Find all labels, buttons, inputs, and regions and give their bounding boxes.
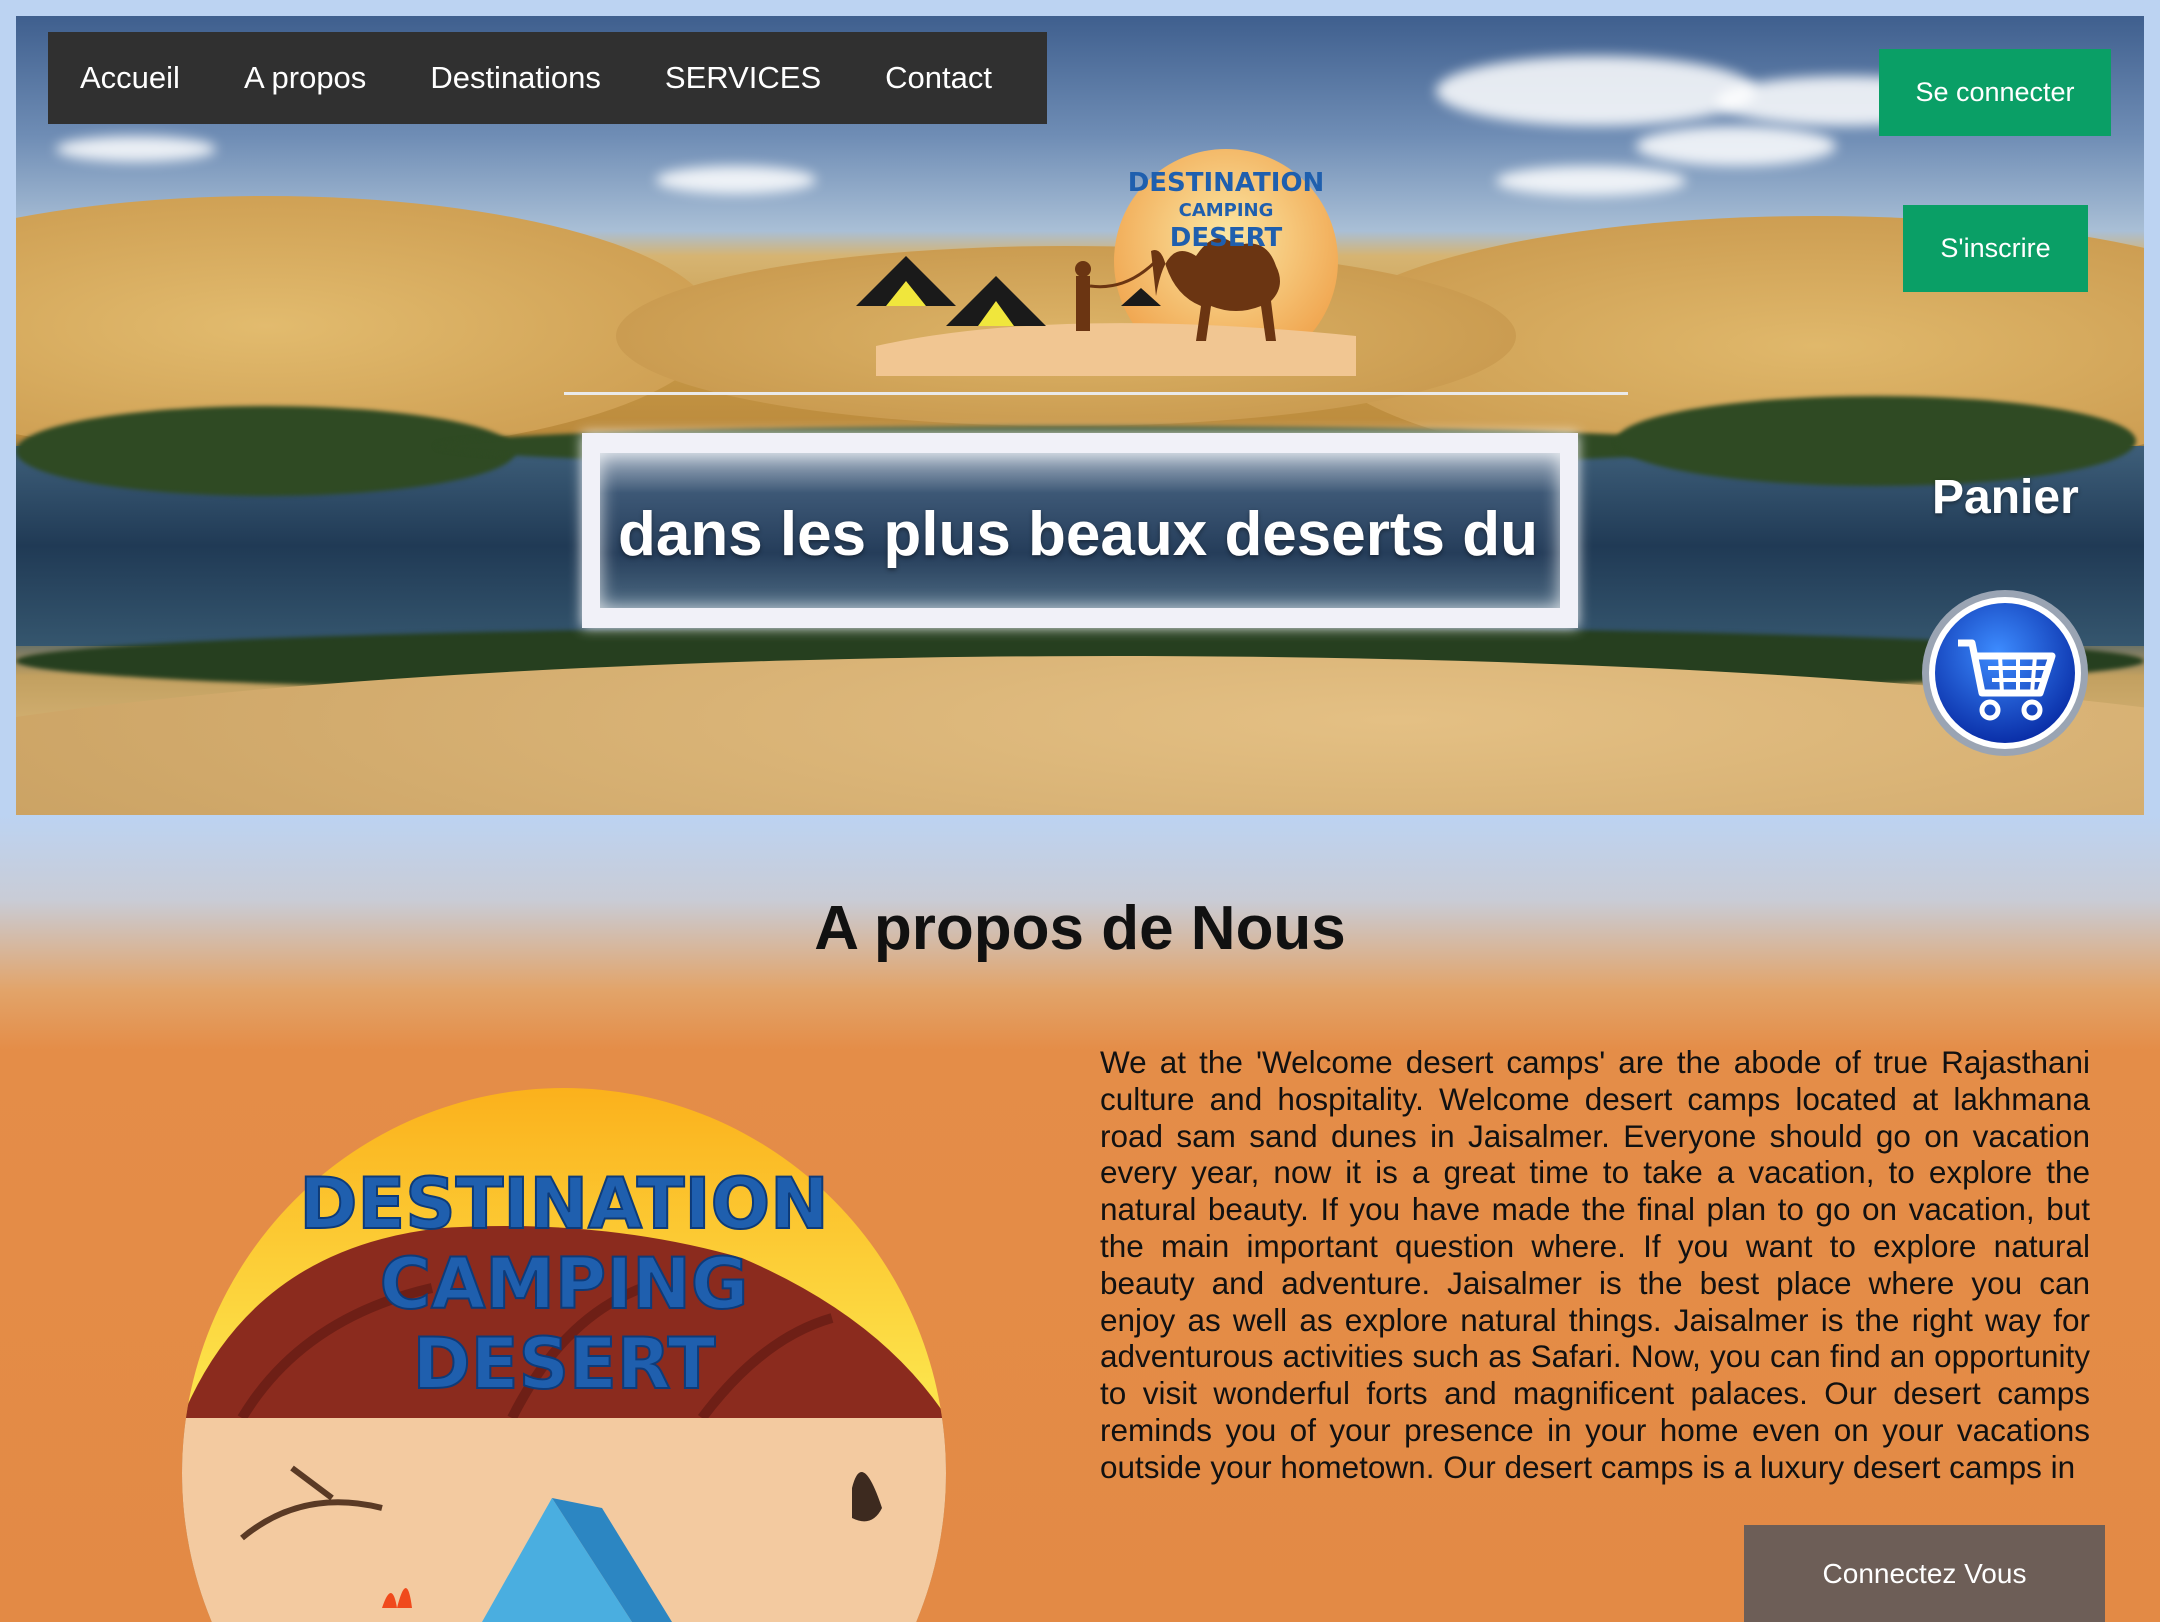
hero-divider [564, 392, 1628, 395]
marquee-text: dans les plus beaux deserts du [618, 500, 1538, 569]
nav-item-contact[interactable]: Contact [853, 32, 1024, 124]
hero-logo-line3: DESERT [1170, 223, 1283, 253]
hero-logo-line2: CAMPING [1179, 200, 1274, 221]
cloud [656, 166, 816, 194]
cloud [1496, 166, 1686, 196]
hero-logo-line1: DESTINATION [1128, 168, 1325, 198]
hero-banner: DESTINATION CAMPING DESERT [16, 16, 2144, 815]
about-logo-line1: DESTINATION [299, 1163, 828, 1245]
cloud [1436, 56, 1756, 126]
cloud [1636, 126, 1836, 166]
shopping-cart-icon[interactable] [1920, 588, 2090, 758]
destination-camping-desert-logo-large: DESTINATION CAMPING DESERT [182, 1088, 946, 1622]
cart-label: Panier [1932, 471, 2079, 524]
login-button[interactable]: Se connecter [1879, 49, 2111, 136]
signup-button[interactable]: S'inscrire [1903, 205, 2088, 292]
main-navigation: Accueil A propos Destinations SERVICES C… [48, 32, 1047, 124]
about-description: We at the 'Welcome desert camps' are the… [1100, 1044, 2090, 1485]
marquee-window: dans les plus beaux deserts du [600, 453, 1560, 608]
marquee-frame: dans les plus beaux deserts du [582, 433, 1578, 628]
nav-item-destinations[interactable]: Destinations [398, 32, 633, 124]
connect-button[interactable]: Connectez Vous [1744, 1525, 2105, 1622]
about-logo-line3: DESERT [413, 1323, 716, 1405]
destination-camping-desert-logo: DESTINATION CAMPING DESERT [856, 149, 1356, 376]
about-title: A propos de Nous [814, 894, 1346, 963]
nav-item-accueil[interactable]: Accueil [48, 32, 212, 124]
palm-grove [16, 406, 516, 496]
about-logo-line2: CAMPING [380, 1243, 749, 1325]
cloud [56, 136, 216, 162]
nav-item-services[interactable]: SERVICES [633, 32, 853, 124]
nav-item-a-propos[interactable]: A propos [212, 32, 398, 124]
